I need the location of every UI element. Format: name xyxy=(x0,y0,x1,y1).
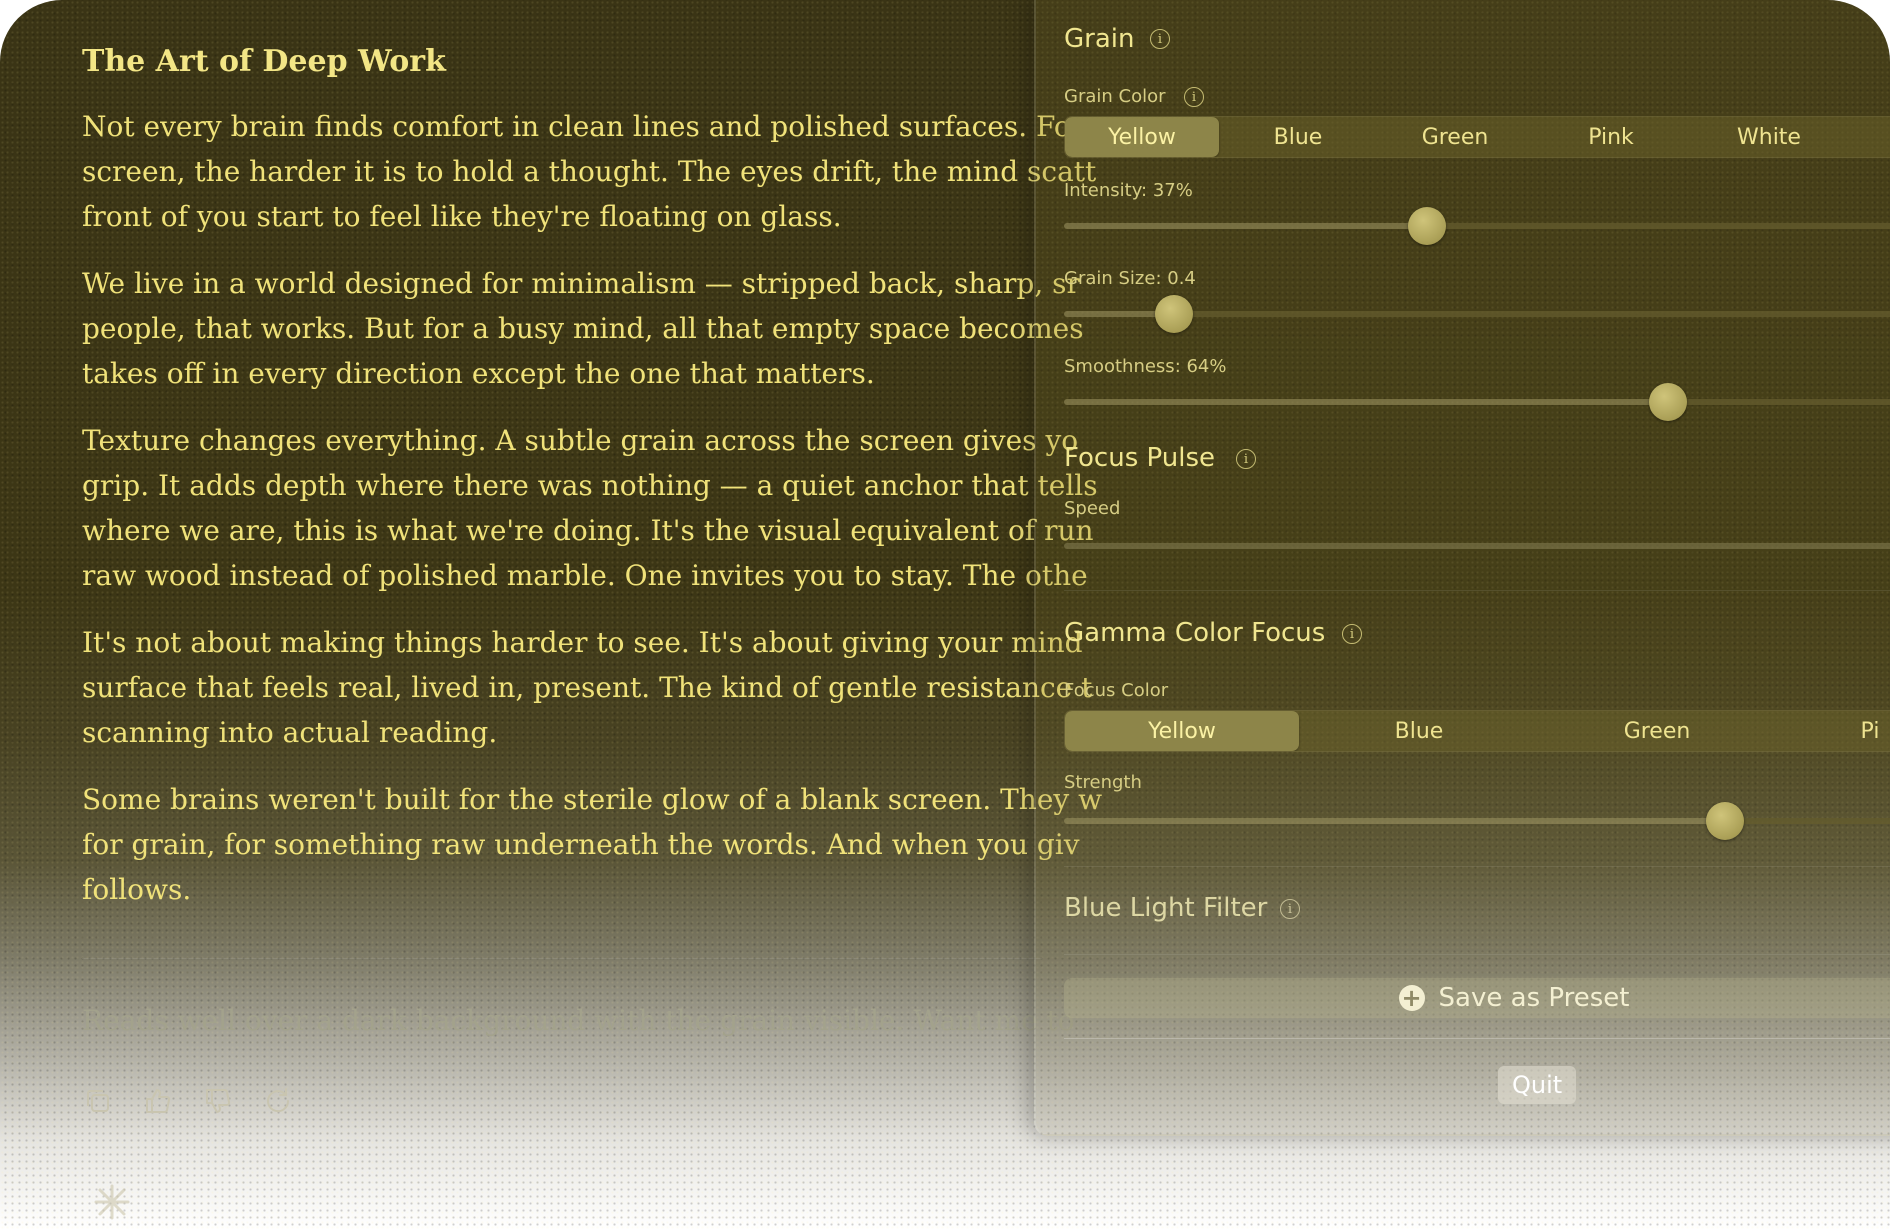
paragraph-line: scanning into actual reading. xyxy=(82,716,498,749)
article-paragraph-1: Not every brain finds comfort in clean l… xyxy=(82,104,1096,239)
grain-info-icon[interactable]: i xyxy=(1150,29,1170,49)
paragraph-line: screen, the harder it is to hold a thoug… xyxy=(82,155,1097,188)
article-paragraph-3: Texture changes everything. A subtle gra… xyxy=(82,418,1098,598)
focus-color-option-yellow[interactable]: Yellow xyxy=(1065,711,1299,751)
paragraph-line: where we are, this is what we're doing. … xyxy=(82,514,1094,547)
section-divider xyxy=(1064,1038,1890,1039)
strength-slider[interactable] xyxy=(1064,802,1890,840)
section-divider xyxy=(1064,590,1890,591)
grain-color-option-blue[interactable]: Blue xyxy=(1219,117,1377,157)
paragraph-line: follows. xyxy=(82,873,192,906)
focus-color-option-blue[interactable]: Blue xyxy=(1299,711,1539,751)
smoothness-slider-track xyxy=(1668,399,1890,405)
article-paragraph-4: It's not about making things harder to s… xyxy=(82,620,1092,755)
grain-color-option-green[interactable]: Green xyxy=(1377,117,1533,157)
section-divider xyxy=(1064,954,1890,955)
save-preset-button[interactable]: + Save as Preset xyxy=(1064,978,1890,1018)
blue-light-info-icon[interactable]: i xyxy=(1280,899,1300,919)
assistant-message: The Art of Deep Work Not every brain fin… xyxy=(82,40,1102,934)
grain-settings-panel: Grain i Grain Color i Yellow Blue Green … xyxy=(1034,0,1890,1136)
assistant-reply-text: Reads well over a dark background with t… xyxy=(82,1004,1075,1037)
save-preset-label: Save as Preset xyxy=(1438,983,1630,1013)
app-window: The Art of Deep Work Not every brain fin… xyxy=(0,0,1890,1229)
paragraph-line: for grain, for something raw underneath … xyxy=(82,828,1080,861)
grain-size-slider-track xyxy=(1174,311,1890,317)
paragraph-line: We live in a world designed for minimali… xyxy=(82,267,1080,300)
grain-size-slider[interactable] xyxy=(1064,295,1890,333)
retry-button[interactable] xyxy=(262,1085,294,1117)
grain-color-label: Grain Color xyxy=(1064,86,1166,107)
thumbs-up-button[interactable] xyxy=(142,1085,174,1117)
paragraph-line: Not every brain finds comfort in clean l… xyxy=(82,110,1085,143)
message-actions xyxy=(82,1085,294,1117)
strength-slider-track xyxy=(1725,818,1890,824)
smoothness-label: Smoothness: 64% xyxy=(1064,356,1227,377)
screenshot-stage: The Art of Deep Work Not every brain fin… xyxy=(0,0,1890,1229)
strength-slider-thumb[interactable] xyxy=(1706,802,1744,840)
intensity-slider-track xyxy=(1427,223,1890,229)
focus-pulse-section-title: Focus Pulse xyxy=(1064,443,1215,473)
smoothness-slider[interactable] xyxy=(1064,383,1890,421)
grain-section-title: Grain xyxy=(1064,24,1135,54)
section-divider xyxy=(1064,866,1890,867)
grain-color-info-icon[interactable]: i xyxy=(1184,87,1204,107)
blue-light-section-title: Blue Light Filter xyxy=(1064,893,1268,923)
speed-slider[interactable] xyxy=(1064,543,1890,549)
thumbs-down-button[interactable] xyxy=(202,1085,234,1117)
grain-size-slider-thumb[interactable] xyxy=(1155,295,1193,333)
paragraph-line: Texture changes everything. A subtle gra… xyxy=(82,424,1079,457)
intensity-label: Intensity: 37% xyxy=(1064,180,1193,201)
plus-circle-icon: + xyxy=(1398,985,1425,1011)
grain-color-option-pink[interactable]: Pink xyxy=(1533,117,1689,157)
speed-label: Speed xyxy=(1064,498,1121,519)
copy-icon xyxy=(87,1090,109,1112)
strength-slider-fill xyxy=(1064,818,1725,824)
thumbs-down-icon xyxy=(206,1089,231,1113)
smoothness-slider-fill xyxy=(1064,399,1668,405)
gamma-section-title: Gamma Color Focus xyxy=(1064,618,1326,648)
article-title: The Art of Deep Work xyxy=(82,44,446,79)
paragraph-line: Some brains weren't built for the steril… xyxy=(82,783,1103,816)
quit-button[interactable]: Quit xyxy=(1498,1066,1577,1104)
focus-color-segmented-control: Yellow Blue Green Pi xyxy=(1064,710,1890,752)
gamma-info-icon[interactable]: i xyxy=(1342,624,1362,644)
message-divider xyxy=(82,958,1042,959)
paragraph-line: people, that works. But for a busy mind,… xyxy=(82,312,1084,345)
focus-color-option-pink[interactable]: Pi xyxy=(1775,711,1890,751)
article-paragraph-2: We live in a world designed for minimali… xyxy=(82,261,1084,396)
intensity-slider[interactable] xyxy=(1064,207,1890,245)
grain-size-label: Grain Size: 0.4 xyxy=(1064,268,1196,289)
strength-label: Strength xyxy=(1064,772,1142,793)
paragraph-line: takes off in every direction except the … xyxy=(82,357,875,390)
focus-color-option-green[interactable]: Green xyxy=(1539,711,1775,751)
paragraph-line: surface that feels real, lived in, prese… xyxy=(82,671,1093,704)
grain-color-option-yellow[interactable]: Yellow xyxy=(1065,117,1219,157)
grain-color-segmented-control: Yellow Blue Green Pink White xyxy=(1064,116,1890,158)
paragraph-line: raw wood instead of polished marble. One… xyxy=(82,559,1088,592)
grain-color-option-white[interactable]: White xyxy=(1689,117,1849,157)
paragraph-line: grip. It adds depth where there was noth… xyxy=(82,469,1098,502)
claude-spark-icon xyxy=(94,1184,130,1220)
intensity-slider-thumb[interactable] xyxy=(1408,207,1446,245)
paragraph-line: It's not about making things harder to s… xyxy=(82,626,1083,659)
focus-color-label: Focus Color xyxy=(1064,680,1169,701)
retry-icon xyxy=(267,1088,290,1113)
focus-pulse-info-icon[interactable]: i xyxy=(1236,449,1256,469)
copy-button[interactable] xyxy=(82,1085,114,1117)
intensity-slider-fill xyxy=(1064,223,1427,229)
article-paragraph-5: Some brains weren't built for the steril… xyxy=(82,777,1102,912)
paragraph-line: front of you start to feel like they're … xyxy=(82,200,842,233)
thumbs-up-icon xyxy=(146,1089,171,1113)
smoothness-slider-thumb[interactable] xyxy=(1649,383,1687,421)
